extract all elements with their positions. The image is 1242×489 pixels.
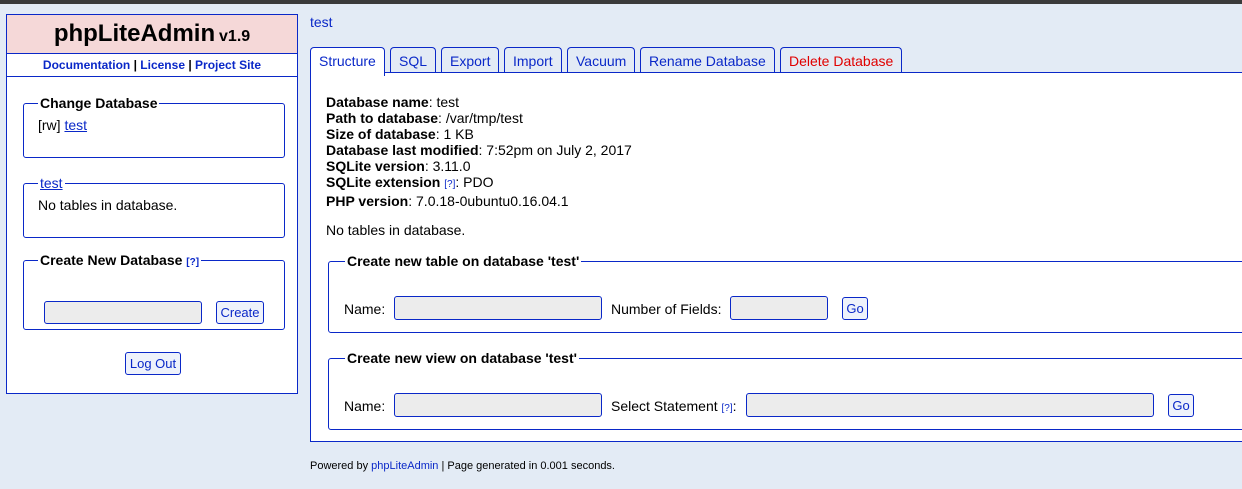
tab-structure[interactable]: Structure <box>310 47 385 76</box>
tab-import[interactable]: Import <box>504 47 562 74</box>
documentation-link[interactable]: Documentation <box>43 58 130 72</box>
project-site-link[interactable]: Project Site <box>195 58 261 72</box>
view-name-input[interactable] <box>394 393 602 417</box>
create-database-legend: Create New Database <box>40 252 183 268</box>
database-path-value: /var/tmp/test <box>445 110 523 126</box>
footer-phpliteadmin-link[interactable]: phpLiteAdmin <box>371 460 438 472</box>
new-database-name-input[interactable] <box>44 301 202 324</box>
tab-export[interactable]: Export <box>441 47 500 74</box>
create-view-legend: Create new view on database 'test' <box>347 350 577 366</box>
create-database-button[interactable]: Create <box>216 301 264 324</box>
number-of-fields-input[interactable] <box>730 296 828 320</box>
database-modified-value: 7:52pm on July 2, 2017 <box>486 142 632 158</box>
app-header: phpLiteAdmin v1.9 <box>7 15 297 54</box>
change-database-box: Change Database [rw] test <box>23 95 285 158</box>
select-statement-help-link[interactable]: [?] <box>722 403 733 414</box>
select-statement-input[interactable] <box>746 393 1154 417</box>
create-table-box: Create new table on database 'test' Name… <box>328 253 1242 333</box>
database-info: Database name: test Path to database: /v… <box>326 94 632 209</box>
sidebar: phpLiteAdmin v1.9 Documentation | Licens… <box>6 14 298 394</box>
sqlite-extension-help-link[interactable]: [?] <box>444 179 455 190</box>
app-version: v1.9 <box>219 28 251 45</box>
view-name-label: Name: <box>344 398 386 414</box>
sqlite-version-value: 3.11.0 <box>432 158 471 174</box>
create-view-box: Create new view on database 'test' Name:… <box>328 350 1242 430</box>
create-database-help-link[interactable]: [?] <box>186 257 199 268</box>
db-mode: [rw] <box>38 117 61 133</box>
breadcrumb-database-link[interactable]: test <box>310 14 333 30</box>
table-name-label: Name: <box>344 301 386 317</box>
app-title: phpLiteAdmin <box>53 20 216 47</box>
no-tables-text: No tables in database. <box>38 197 178 213</box>
sidebar-links: Documentation | License | Project Site <box>7 54 297 77</box>
php-version-value: 7.0.18-0ubuntu0.16.04.1 <box>416 193 569 209</box>
logout-button[interactable]: Log Out <box>125 352 181 375</box>
footer: Powered by phpLiteAdmin | Page generated… <box>310 460 615 472</box>
create-table-go-button[interactable]: Go <box>842 297 868 320</box>
link-separator: | <box>133 58 137 72</box>
change-database-legend: Change Database <box>40 95 158 111</box>
sqlite-extension-value: PDO <box>463 174 494 190</box>
number-of-fields-label: Number of Fields: <box>611 301 722 317</box>
tab-sql[interactable]: SQL <box>390 47 437 74</box>
create-table-legend: Create new table on database 'test' <box>347 253 580 269</box>
database-size-value: 1 KB <box>443 126 474 142</box>
database-link-test[interactable]: test <box>64 117 87 133</box>
tab-rename-database[interactable]: Rename Database <box>640 47 775 74</box>
no-tables-main-text: No tables in database. <box>326 222 466 238</box>
database-name-value: test <box>436 94 460 110</box>
tab-delete-database[interactable]: Delete Database <box>780 47 903 74</box>
tables-box: test No tables in database. <box>23 175 285 238</box>
tab-vacuum[interactable]: Vacuum <box>567 47 636 74</box>
create-view-go-button[interactable]: Go <box>1168 394 1194 417</box>
create-database-box: Create New Database [?] Create <box>23 252 285 330</box>
license-link[interactable]: License <box>140 58 185 72</box>
table-name-input[interactable] <box>394 296 602 320</box>
link-separator: | <box>188 58 192 72</box>
select-statement-label: Select Statement <box>611 398 718 414</box>
current-database-link[interactable]: test <box>40 175 63 191</box>
structure-panel: Database name: test Path to database: /v… <box>310 72 1242 442</box>
